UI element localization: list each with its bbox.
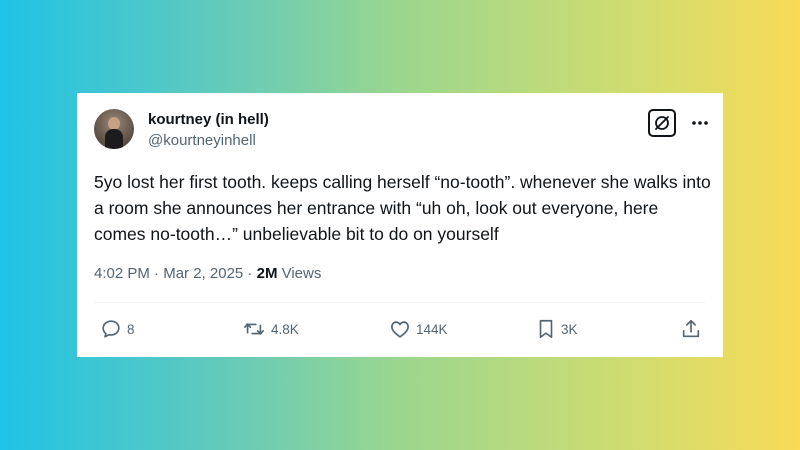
author-handle[interactable]: @kourtneyinhell [148,132,256,149]
avatar-body [105,129,123,149]
more-button[interactable] [689,115,711,131]
author-name[interactable]: kourtney (in hell) [148,111,269,128]
repost-icon [244,323,264,335]
bookmark-count: 3K [561,321,578,337]
share-button[interactable] [680,317,702,341]
like-count: 144K [416,321,448,337]
tweet-time[interactable]: 4:02 PM [94,265,150,282]
reply-button[interactable]: 8 [100,317,135,341]
share-icon [682,319,700,338]
like-button[interactable]: 144K [389,317,448,341]
repost-button[interactable]: 4.8K [242,317,299,341]
avatar[interactable] [94,109,134,149]
grok-button[interactable] [648,109,676,137]
more-icon [692,121,708,125]
meta-separator: · [243,265,257,282]
bookmark-button[interactable]: 3K [536,317,578,341]
reply-count: 8 [127,321,135,337]
reply-icon [102,320,120,338]
tweet-card: kourtney (in hell) @kourtneyinhell 5yo l… [77,93,723,357]
views-label: Views [277,265,322,282]
meta-separator: · [149,265,164,282]
grok-icon [655,116,669,130]
tweet-date[interactable]: Mar 2, 2025 [163,265,243,282]
heart-icon [391,321,409,338]
repost-count: 4.8K [271,321,299,337]
views-count[interactable]: 2M [257,265,278,282]
divider [94,302,705,303]
tweet-meta: 4:02 PM · Mar 2, 2025 · 2M Views [94,265,321,282]
bookmark-icon [539,319,553,339]
tweet-text: 5yo lost her first tooth. keeps calling … [94,172,711,244]
